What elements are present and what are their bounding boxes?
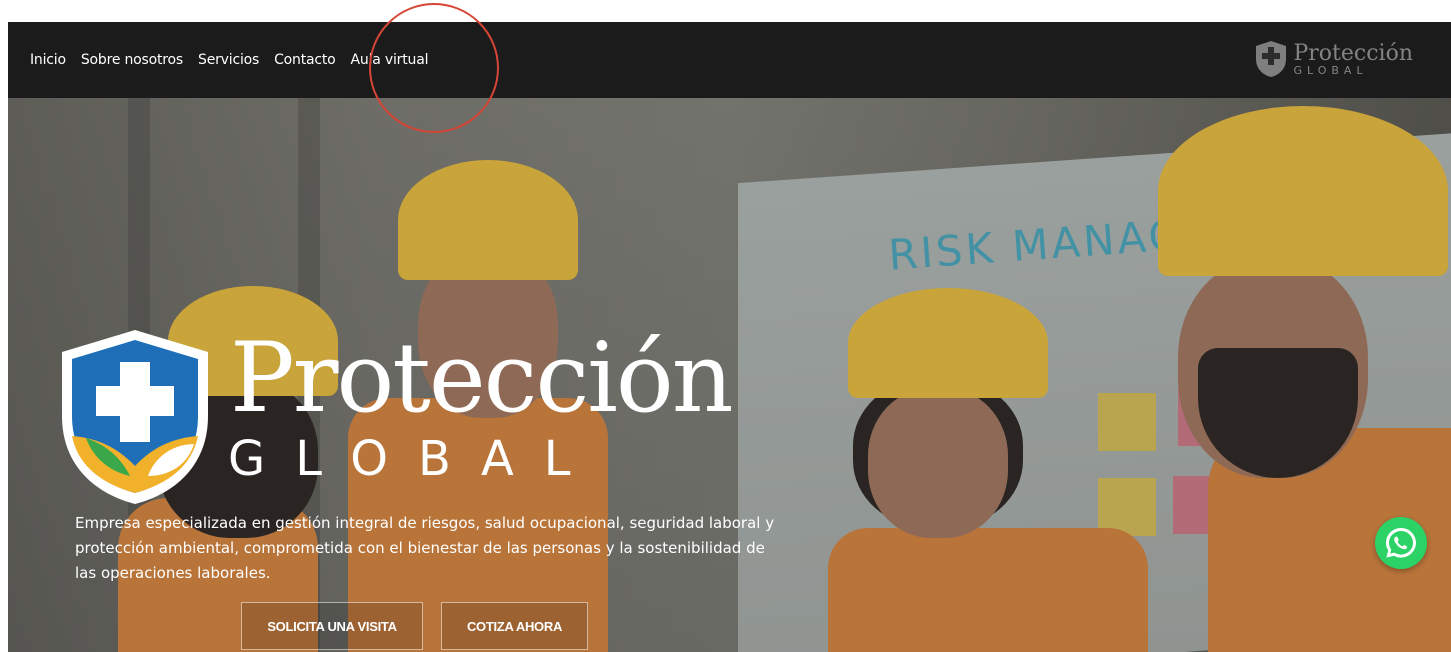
background-worker <box>398 160 578 280</box>
nav-link-aula-virtual[interactable]: Aula virtual <box>351 52 429 68</box>
background-worker <box>848 288 1048 398</box>
shield-cross-icon <box>1256 41 1287 77</box>
nav-link-inicio[interactable]: Inicio <box>30 52 66 68</box>
sticky-note <box>1098 393 1156 451</box>
hero-description: Empresa especializada en gestión integra… <box>75 514 775 582</box>
nav-link-sobre-nosotros[interactable]: Sobre nosotros <box>81 52 183 68</box>
nav-logo-sub: GLOBAL <box>1293 63 1368 77</box>
quote-now-button[interactable]: COTIZA AHORA <box>441 602 588 650</box>
background-worker <box>828 528 1148 652</box>
whatsapp-icon <box>1386 528 1416 558</box>
shield-cross-icon <box>62 330 208 504</box>
nav-links: Inicio Sobre nosotros Servicios Contacto… <box>30 22 443 98</box>
brand-title: Protección <box>230 322 734 434</box>
background-worker <box>868 388 1008 538</box>
background-worker <box>1158 106 1448 276</box>
nav-link-contacto[interactable]: Contacto <box>274 52 336 68</box>
nav-logo-name: Protección <box>1293 40 1413 66</box>
brand-subtitle: GLOBAL <box>228 431 601 487</box>
request-visit-button[interactable]: SOLICITA UNA VISITA <box>241 602 423 650</box>
top-navbar: Inicio Sobre nosotros Servicios Contacto… <box>8 22 1451 98</box>
nav-link-servicios[interactable]: Servicios <box>198 52 259 68</box>
hero-section: RISK MANAGEM Protección GLOBAL Empresa e… <box>8 98 1451 652</box>
nav-logo[interactable]: Protección GLOBAL <box>1253 39 1413 79</box>
whatsapp-button[interactable] <box>1375 517 1427 569</box>
